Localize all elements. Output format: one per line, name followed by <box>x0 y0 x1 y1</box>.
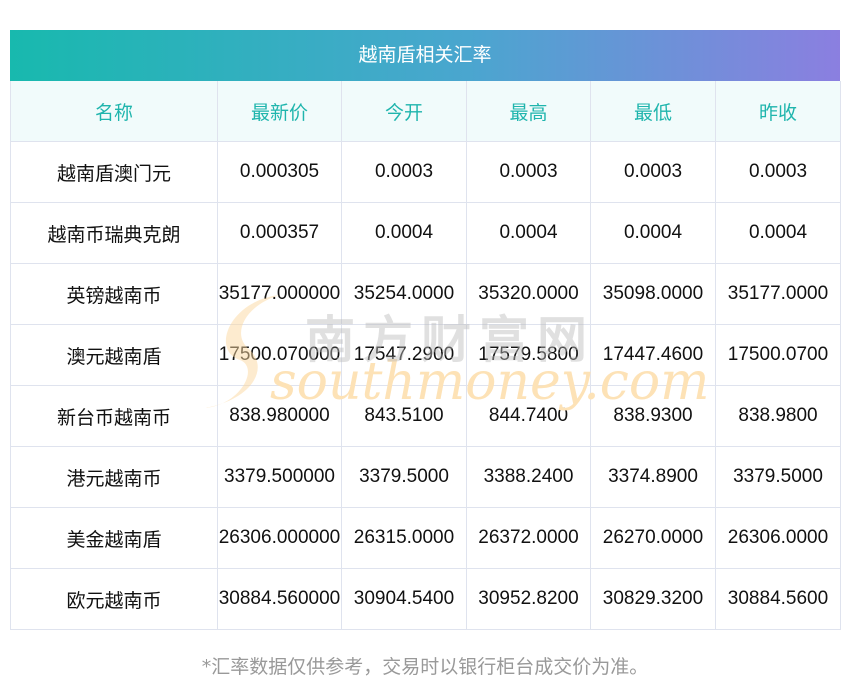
rate-value: 30884.5600 <box>715 568 841 630</box>
currency-pair-name: 英镑越南币 <box>10 263 218 325</box>
rate-value: 30952.8200 <box>466 568 591 630</box>
table-header-row: 名称 最新价 今开 最高 最低 昨收 <box>10 81 841 142</box>
currency-pair-name: 港元越南币 <box>10 446 218 508</box>
rate-value: 3379.5000 <box>341 446 467 508</box>
column-header: 昨收 <box>715 81 841 142</box>
rate-value: 3388.2400 <box>466 446 591 508</box>
table-row: 越南盾澳门元 0.000305 0.0003 0.0003 0.0003 0.0003 <box>10 141 841 203</box>
footnote: *汇率数据仅供参考，交易时以银行柜台成交价为准。 <box>201 656 649 678</box>
rate-value: 3374.8900 <box>590 446 716 508</box>
currency-pair-name: 澳元越南盾 <box>10 324 218 386</box>
table-title: 越南盾相关汇率 <box>10 30 840 81</box>
rate-value: 0.0004 <box>341 202 467 264</box>
rate-value: 30829.3200 <box>590 568 716 630</box>
currency-pair-name: 越南盾澳门元 <box>10 141 218 203</box>
column-header: 最高 <box>466 81 591 142</box>
column-header: 最低 <box>590 81 716 142</box>
currency-pair-name: 越南币瑞典克朗 <box>10 202 218 264</box>
rate-value: 35098.0000 <box>590 263 716 325</box>
rate-value: 26306.0000 <box>715 507 841 569</box>
column-header: 今开 <box>341 81 467 142</box>
rate-value: 35177.0000 <box>715 263 841 325</box>
rate-value: 30884.560000 <box>217 568 342 630</box>
watermark-cn: 南方财富网 <box>305 311 595 369</box>
table-row: 欧元越南币 30884.560000 30904.5400 30952.8200 308… <box>10 568 841 630</box>
column-header: 名称 <box>10 81 218 142</box>
rate-value: 30904.5400 <box>341 568 467 630</box>
rate-value: 3379.5000 <box>715 446 841 508</box>
rate-value: 0.0003 <box>590 141 716 203</box>
rate-value: 26270.0000 <box>590 507 716 569</box>
rate-value: 26306.000000 <box>217 507 342 569</box>
rate-value: 17500.0700 <box>715 324 841 386</box>
rate-value: 0.0004 <box>590 202 716 264</box>
rate-value: 26372.0000 <box>466 507 591 569</box>
rate-value: 0.0003 <box>466 141 591 203</box>
rate-value: 0.000357 <box>217 202 342 264</box>
table-row: 越南币瑞典克朗 0.000357 0.0004 0.0004 0.0004 0.0004 <box>10 202 841 264</box>
table-row: 港元越南币 3379.500000 3379.5000 3388.2400 3374.8… <box>10 446 841 508</box>
table-row: 美金越南盾 26306.000000 26315.0000 26372.0000 262… <box>10 507 841 569</box>
rate-value: 0.000305 <box>217 141 342 203</box>
rate-value: 838.9800 <box>715 385 841 447</box>
rate-value: 0.0004 <box>715 202 841 264</box>
currency-pair-name: 美金越南盾 <box>10 507 218 569</box>
rate-value: 0.0003 <box>341 141 467 203</box>
rate-value: 0.0003 <box>715 141 841 203</box>
rate-value: 0.0004 <box>466 202 591 264</box>
currency-pair-name: 新台币越南币 <box>10 385 218 447</box>
rate-value: 3379.500000 <box>217 446 342 508</box>
rate-value: 26315.0000 <box>341 507 467 569</box>
currency-pair-name: 欧元越南币 <box>10 568 218 630</box>
column-header: 最新价 <box>217 81 342 142</box>
